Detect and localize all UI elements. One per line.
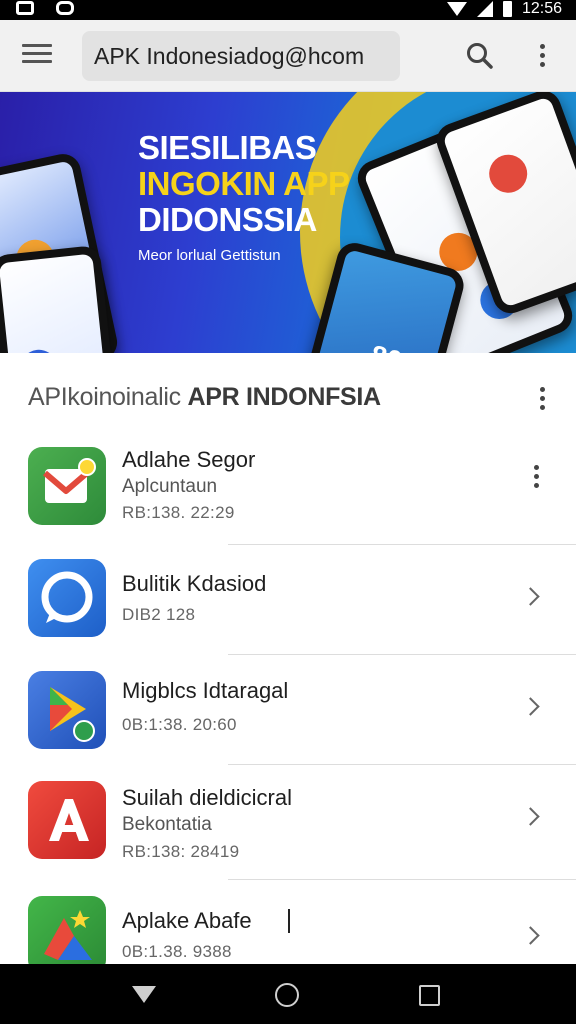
more-vert-icon[interactable] bbox=[530, 42, 554, 72]
section-header: APIkoinoinalic APR INDONFSIA bbox=[0, 353, 576, 435]
search-icon[interactable] bbox=[464, 40, 496, 72]
mail-app-icon bbox=[28, 447, 106, 525]
list-item[interactable]: Adlahe Segor Aplcuntaun RB:138. 22:29 bbox=[0, 435, 576, 545]
section-title: APIkoinoinalic APR INDONFSIA bbox=[28, 383, 381, 411]
list-item[interactable]: Suilah dieldicicral Bekontatia RB:138: 2… bbox=[0, 765, 576, 880]
drive-app-icon bbox=[28, 896, 106, 974]
banner-line-1: SIESILIBAS bbox=[138, 129, 317, 166]
phone-screen-text: 806 bbox=[367, 339, 420, 353]
system-nav-bar bbox=[0, 964, 576, 1024]
app-subtitle: Bekontatia bbox=[122, 814, 212, 835]
chat-app-icon bbox=[28, 559, 106, 637]
search-input[interactable]: APK Indonesiadog@hcom bbox=[82, 31, 400, 81]
more-vert-icon[interactable] bbox=[524, 463, 548, 493]
banner-line-3: DIDONSSIA bbox=[138, 201, 317, 238]
app-name: Migblcs Idtaragal bbox=[122, 678, 289, 703]
app-name: Suilah dieldicicral bbox=[122, 785, 292, 810]
app-meta: RB:138. 22:29 bbox=[122, 503, 235, 522]
app-name: Bulitik Kdasiod bbox=[122, 571, 267, 596]
app-meta: 0B:1:38. 20:60 bbox=[122, 715, 237, 734]
banner-line-2: INGOKIN APP bbox=[138, 165, 350, 202]
chevron-right-icon[interactable] bbox=[522, 805, 542, 831]
app-meta: 0B:1.38. 9388 bbox=[122, 942, 232, 961]
home-icon[interactable] bbox=[275, 983, 299, 1007]
status-bar: 12:56 bbox=[0, 0, 576, 20]
chevron-right-icon[interactable] bbox=[522, 924, 542, 950]
back-icon[interactable] bbox=[132, 986, 156, 1003]
promo-banner[interactable]: 806 SIESILIBAS INGOKIN APP DIDONSSIA Meo… bbox=[0, 92, 576, 353]
app-meta: RB:138: 28419 bbox=[122, 842, 240, 861]
list-item[interactable]: Aplake Abafe 0B:1.38. 9388 bbox=[0, 880, 576, 974]
menu-icon[interactable] bbox=[22, 44, 52, 68]
photo-icon bbox=[16, 1, 34, 15]
banner-headline: SIESILIBAS INGOKIN APP DIDONSSIA Meor lo… bbox=[138, 129, 350, 266]
banner-tagline: Meor lorlual Gettistun bbox=[138, 247, 281, 264]
list-item[interactable]: Bulitik Kdasiod DIB2 128 bbox=[0, 545, 576, 655]
app-subtitle: Aplcuntaun bbox=[122, 476, 218, 497]
app-name: Adlahe Segor bbox=[122, 447, 256, 472]
more-vert-icon[interactable] bbox=[530, 385, 554, 415]
recent-apps-icon[interactable] bbox=[419, 985, 440, 1006]
wifi-icon bbox=[446, 2, 467, 16]
notification-icon bbox=[56, 1, 74, 15]
signal-icon bbox=[476, 1, 493, 17]
letter-a-app-icon bbox=[28, 781, 106, 859]
text-cursor bbox=[288, 909, 290, 933]
app-name: Aplake Abafe bbox=[122, 908, 252, 933]
status-time: 12:56 bbox=[521, 0, 562, 17]
phone-illustration bbox=[0, 244, 121, 353]
chevron-right-icon[interactable] bbox=[522, 585, 542, 611]
app-meta: DIB2 128 bbox=[122, 605, 196, 624]
play-store-icon bbox=[28, 671, 106, 749]
chevron-right-icon[interactable] bbox=[522, 695, 542, 721]
app-bar: APK Indonesiadog@hcom bbox=[0, 20, 576, 92]
list-item[interactable]: Migblcs Idtaragal 0B:1:38. 20:60 bbox=[0, 655, 576, 765]
battery-icon bbox=[502, 1, 512, 17]
